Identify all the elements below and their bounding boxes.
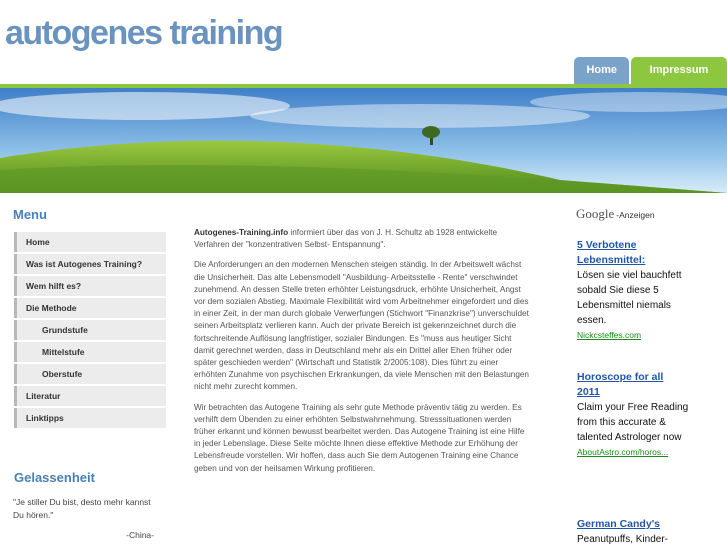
ad-body: Lösen sie viel bauchfett sobald Sie dies… <box>577 270 682 326</box>
quote-text: "Je stiller Du bist, desto mehr kannst D… <box>13 497 151 520</box>
content-paragraph: Die Anforderungen an den modernen Mensch… <box>194 260 529 392</box>
intro-paragraph: Autogenes-Training.info informiert über … <box>194 227 531 251</box>
quote-source: -China- <box>126 530 154 540</box>
tab-home[interactable]: Home <box>574 57 629 84</box>
tab-impressum[interactable]: Impressum <box>631 57 727 84</box>
side-menu: Home Was ist Autogenes Training? Wem hil… <box>14 232 166 430</box>
ad-block: German Candy's Peanutpuffs, Kinder- <box>577 517 689 547</box>
ad-title-link[interactable]: German Candy's <box>577 517 689 532</box>
ad-title-link[interactable]: 5 Verbotene Lebensmittel: <box>577 238 689 268</box>
menu-item-grundstufe[interactable]: Grundstufe <box>14 320 166 340</box>
hero-banner-image <box>0 88 727 193</box>
site-title[interactable]: autogenes training <box>5 14 284 53</box>
ad-block: 5 Verbotene Lebensmittel: Lösen sie viel… <box>577 238 689 342</box>
ad-body: Claim your Free Reading from this accura… <box>577 402 689 443</box>
quote-title: Gelassenheit <box>14 470 95 485</box>
menu-item-linktipps[interactable]: Linktipps <box>14 408 166 428</box>
ad-title-link[interactable]: Horoscope for all 2011 <box>577 370 689 400</box>
ads-header: Google -Anzeigen <box>576 206 655 222</box>
menu-item-mittelstufe[interactable]: Mittelstufe <box>14 342 166 362</box>
ads-label[interactable]: -Anzeigen <box>616 210 654 220</box>
menu-item-home[interactable]: Home <box>14 232 166 252</box>
main-content: Autogenes-Training.info informiert über … <box>194 227 531 483</box>
menu-item-wem-hilft[interactable]: Wem hilft es? <box>14 276 166 296</box>
menu-title: Menu <box>13 207 47 222</box>
ad-url-link[interactable]: Nickcsteffes.com <box>577 328 689 342</box>
menu-item-was-ist[interactable]: Was ist Autogenes Training? <box>14 254 166 274</box>
google-logo[interactable]: Google <box>576 206 614 222</box>
intro-site-name: Autogenes-Training.info <box>194 228 289 237</box>
menu-item-literatur[interactable]: Literatur <box>14 386 166 406</box>
menu-item-die-methode[interactable]: Die Methode <box>14 298 166 318</box>
content-paragraph: Wir betrachten das Autogene Training als… <box>194 402 525 473</box>
ad-block: Horoscope for all 2011 Claim your Free R… <box>577 370 689 459</box>
top-nav-tabs: Home Impressum <box>572 57 727 84</box>
menu-item-oberstufe[interactable]: Oberstufe <box>14 364 166 384</box>
ad-url-link[interactable]: AboutAstro.com/horos... <box>577 445 689 459</box>
